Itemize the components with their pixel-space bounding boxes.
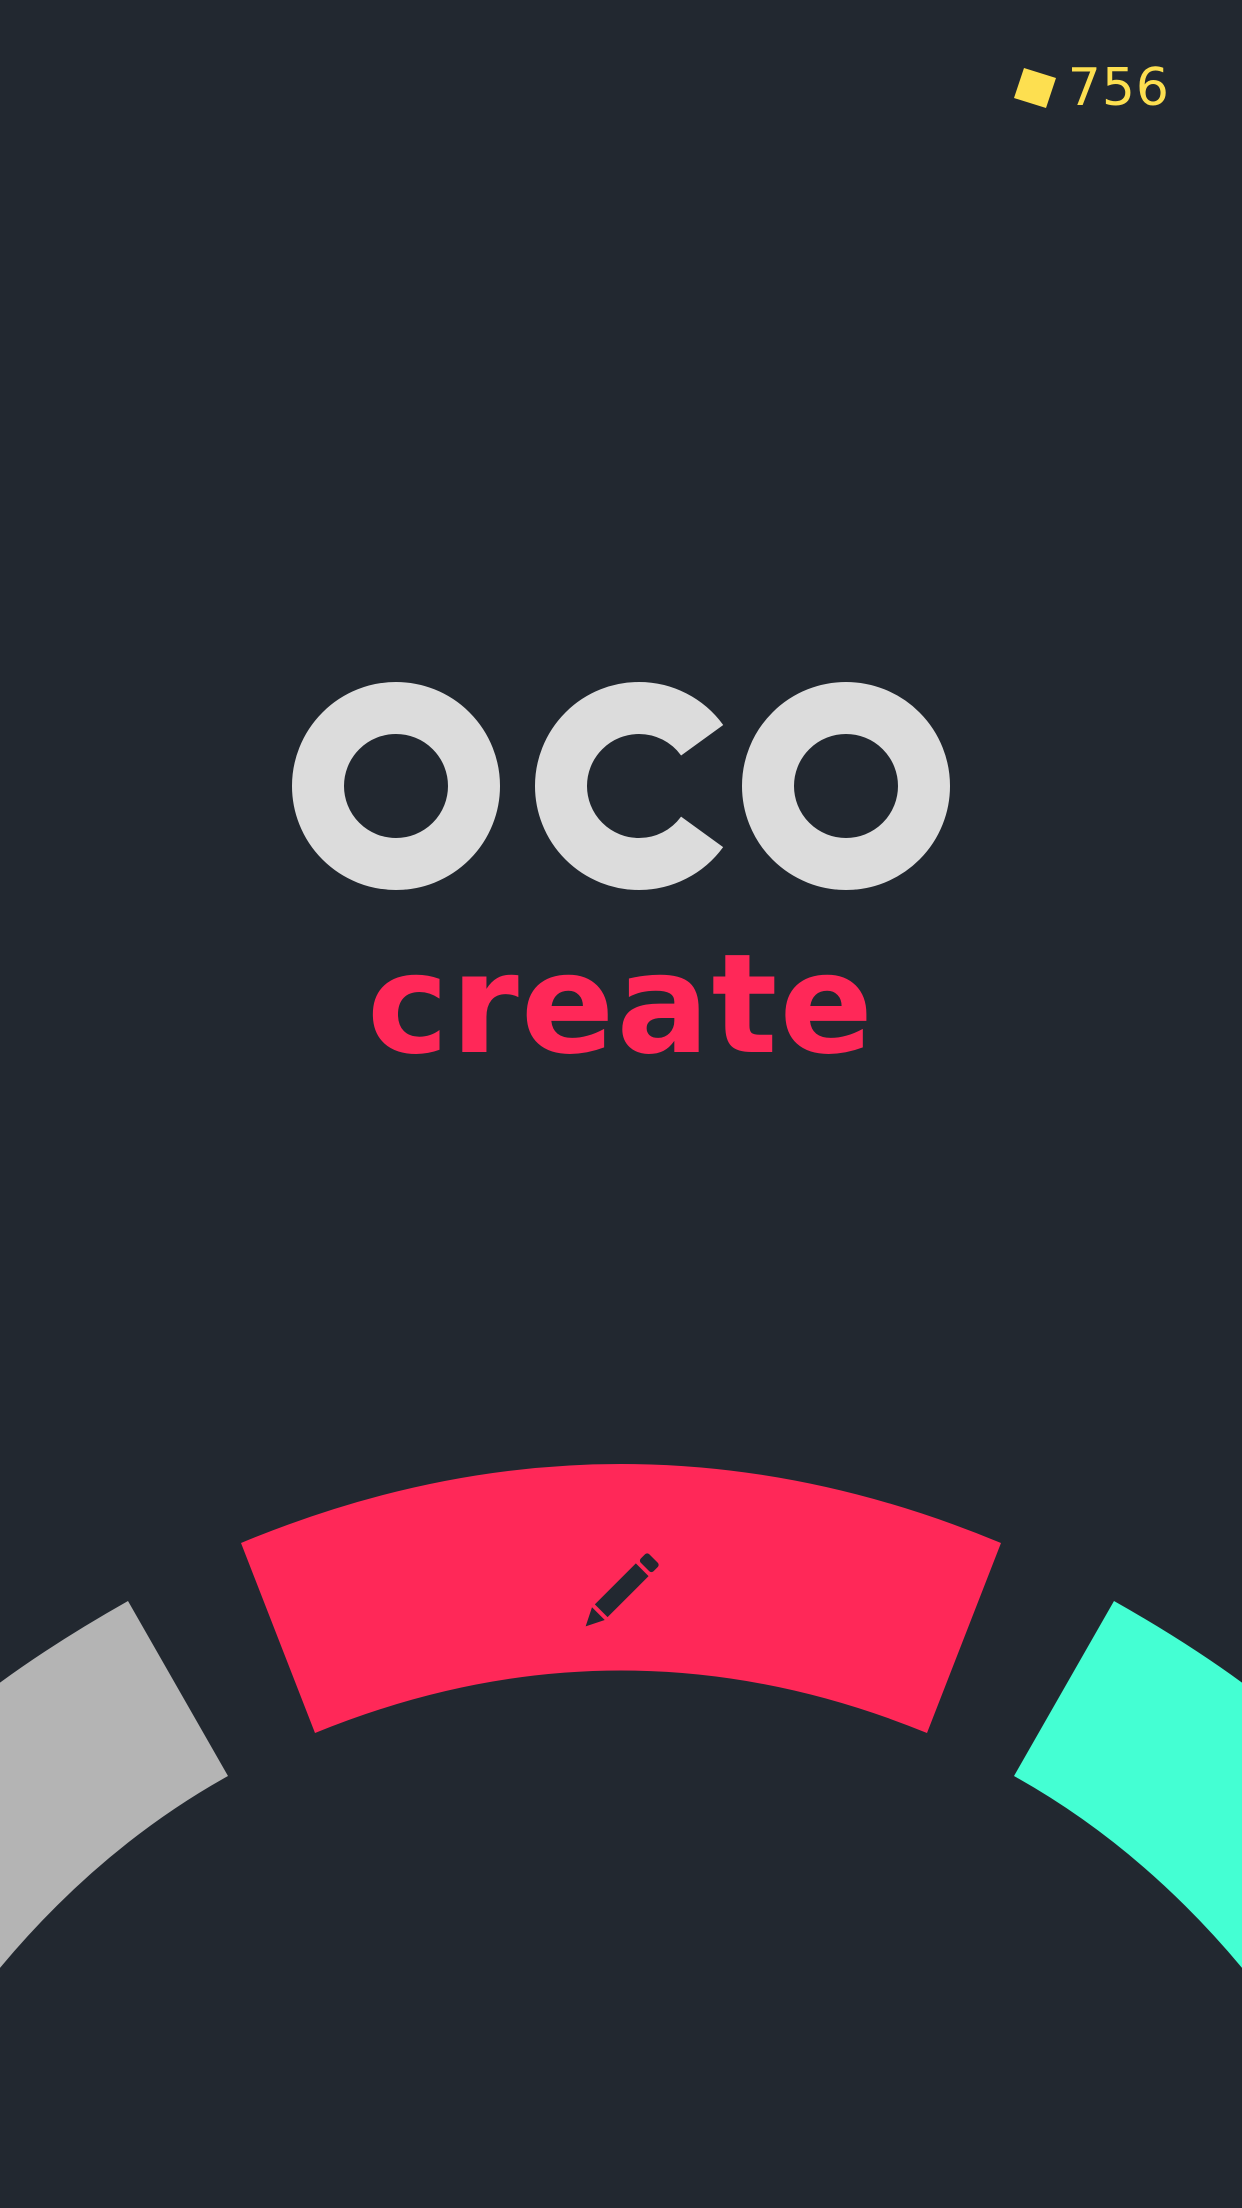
grey-mode-segment[interactable]: [0, 1601, 228, 1980]
teal-mode-segment[interactable]: [1014, 1601, 1242, 1980]
mode-wheel[interactable]: [0, 0, 1242, 2208]
